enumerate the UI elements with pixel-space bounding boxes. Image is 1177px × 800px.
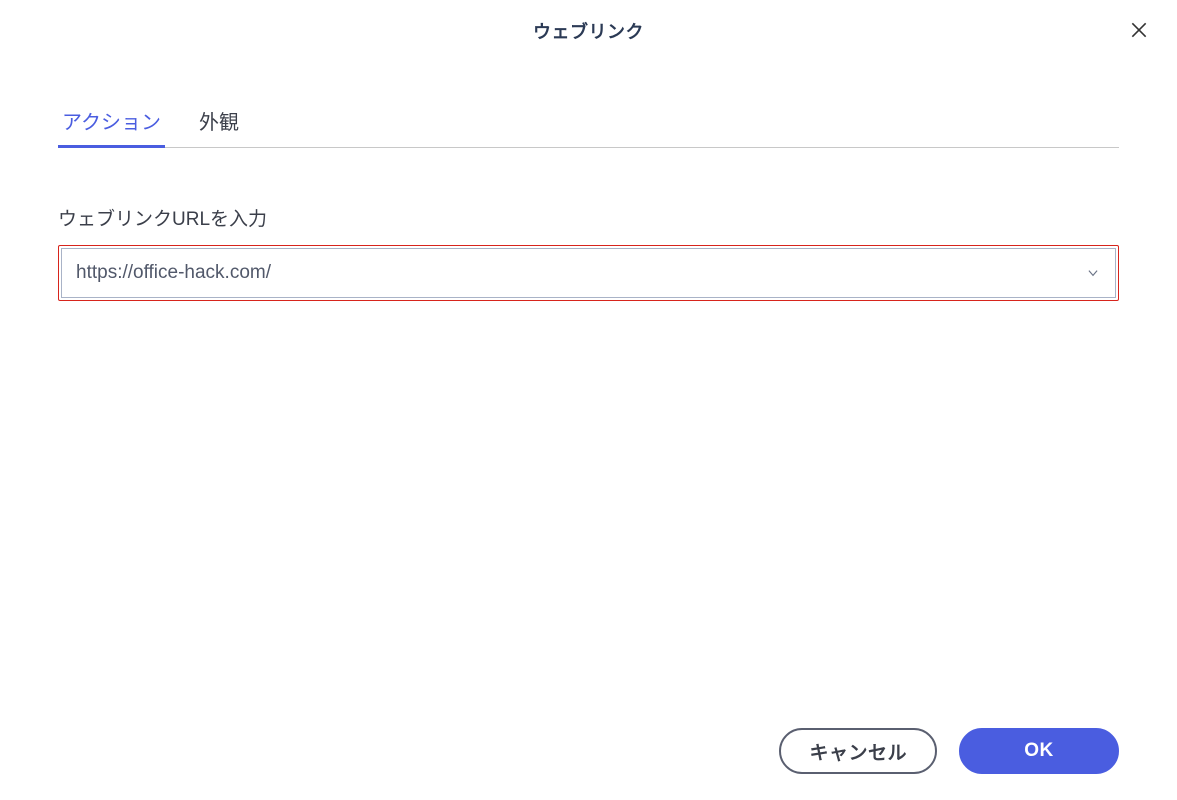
dialog-header: ウェブリンク — [0, 0, 1177, 58]
url-field-label: ウェブリンクURLを入力 — [58, 204, 1119, 231]
tab-strip: アクション 外観 — [58, 98, 1119, 148]
url-input[interactable] — [76, 262, 1075, 284]
tab-action[interactable]: アクション — [58, 98, 165, 147]
weblink-dialog: ウェブリンク アクション 外観 ウェブリンクURLを入力 — [0, 0, 1177, 800]
close-button[interactable] — [1125, 16, 1153, 44]
url-combobox[interactable] — [61, 248, 1116, 298]
dialog-footer: キャンセル OK — [779, 728, 1119, 774]
tab-appearance[interactable]: 外観 — [195, 98, 243, 147]
ok-button[interactable]: OK — [959, 728, 1119, 774]
chevron-down-icon — [1085, 265, 1101, 281]
close-icon — [1129, 20, 1149, 40]
url-field-highlight — [58, 245, 1119, 301]
dialog-title: ウェブリンク — [533, 18, 644, 44]
dialog-body: アクション 外観 ウェブリンクURLを入力 — [0, 58, 1177, 301]
cancel-button[interactable]: キャンセル — [779, 728, 937, 774]
